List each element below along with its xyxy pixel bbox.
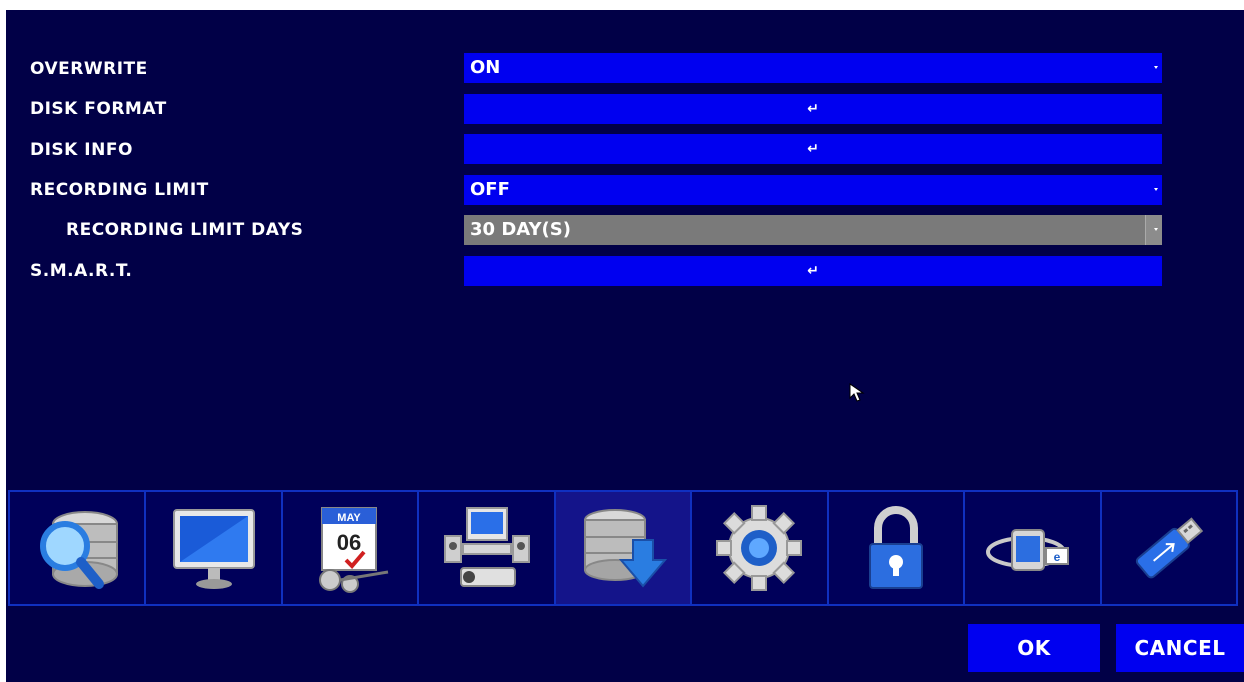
search-disk-icon: [40, 511, 119, 589]
gear-icon: [716, 505, 803, 591]
disk-format-label: DISK FORMAT: [30, 99, 167, 119]
dropdown-arrow-icon: [1154, 228, 1158, 231]
enter-icon: ↵: [807, 141, 819, 157]
recording-limit-value: OFF: [470, 179, 510, 200]
toolbar-usb[interactable]: [1102, 492, 1236, 604]
recording-limit-days-dropdown: 30 DAY(S): [464, 215, 1162, 245]
toolbar-system[interactable]: [692, 492, 829, 604]
recording-limit-dropdown[interactable]: OFF: [464, 175, 1162, 205]
enter-icon: ↵: [807, 101, 819, 117]
lock-icon: [868, 506, 923, 589]
disk-info-button[interactable]: ↵: [464, 134, 1162, 164]
recording-limit-days-value: 30 DAY(S): [470, 219, 571, 240]
overwrite-label: OVERWRITE: [30, 59, 148, 79]
ok-button[interactable]: OK: [968, 624, 1100, 672]
mouse-cursor-icon: [849, 383, 865, 402]
enter-icon: ↵: [807, 263, 819, 279]
toolbar-schedule[interactable]: MAY 06: [283, 492, 420, 604]
network-computer-icon: [443, 507, 530, 587]
disk-format-button[interactable]: ↵: [464, 94, 1162, 124]
toolbar-devices[interactable]: [419, 492, 556, 604]
svg-text:e: e: [1054, 550, 1061, 564]
calendar-month: MAY: [337, 512, 361, 524]
dropdown-arrow-icon: [1154, 66, 1158, 69]
toolbar-search-disk[interactable]: [10, 492, 147, 604]
overwrite-dropdown[interactable]: ON: [464, 53, 1162, 83]
monitor-icon: [172, 509, 255, 589]
overwrite-value: ON: [470, 57, 501, 78]
calendar-schedule-icon: MAY 06: [319, 507, 389, 593]
recording-limit-days-label: RECORDING LIMIT DAYS: [66, 220, 304, 240]
recording-limit-label: RECORDING LIMIT: [30, 180, 209, 200]
network-globe-icon: e: [986, 529, 1070, 571]
calendar-day: 06: [337, 530, 361, 555]
smart-button[interactable]: ↵: [464, 256, 1162, 286]
toolbar-network[interactable]: e: [965, 492, 1102, 604]
toolbar-display[interactable]: [146, 492, 283, 604]
toolbar-storage[interactable]: [555, 492, 693, 604]
settings-category-toolbar: MAY 06 e: [8, 490, 1238, 606]
cancel-button[interactable]: CANCEL: [1116, 624, 1244, 672]
storage-download-icon: [583, 509, 668, 588]
disk-info-label: DISK INFO: [30, 140, 133, 160]
smart-label: S.M.A.R.T.: [30, 261, 133, 281]
dropdown-arrow-icon: [1154, 188, 1158, 191]
usb-drive-icon: [1135, 517, 1203, 579]
toolbar-security[interactable]: [829, 492, 966, 604]
